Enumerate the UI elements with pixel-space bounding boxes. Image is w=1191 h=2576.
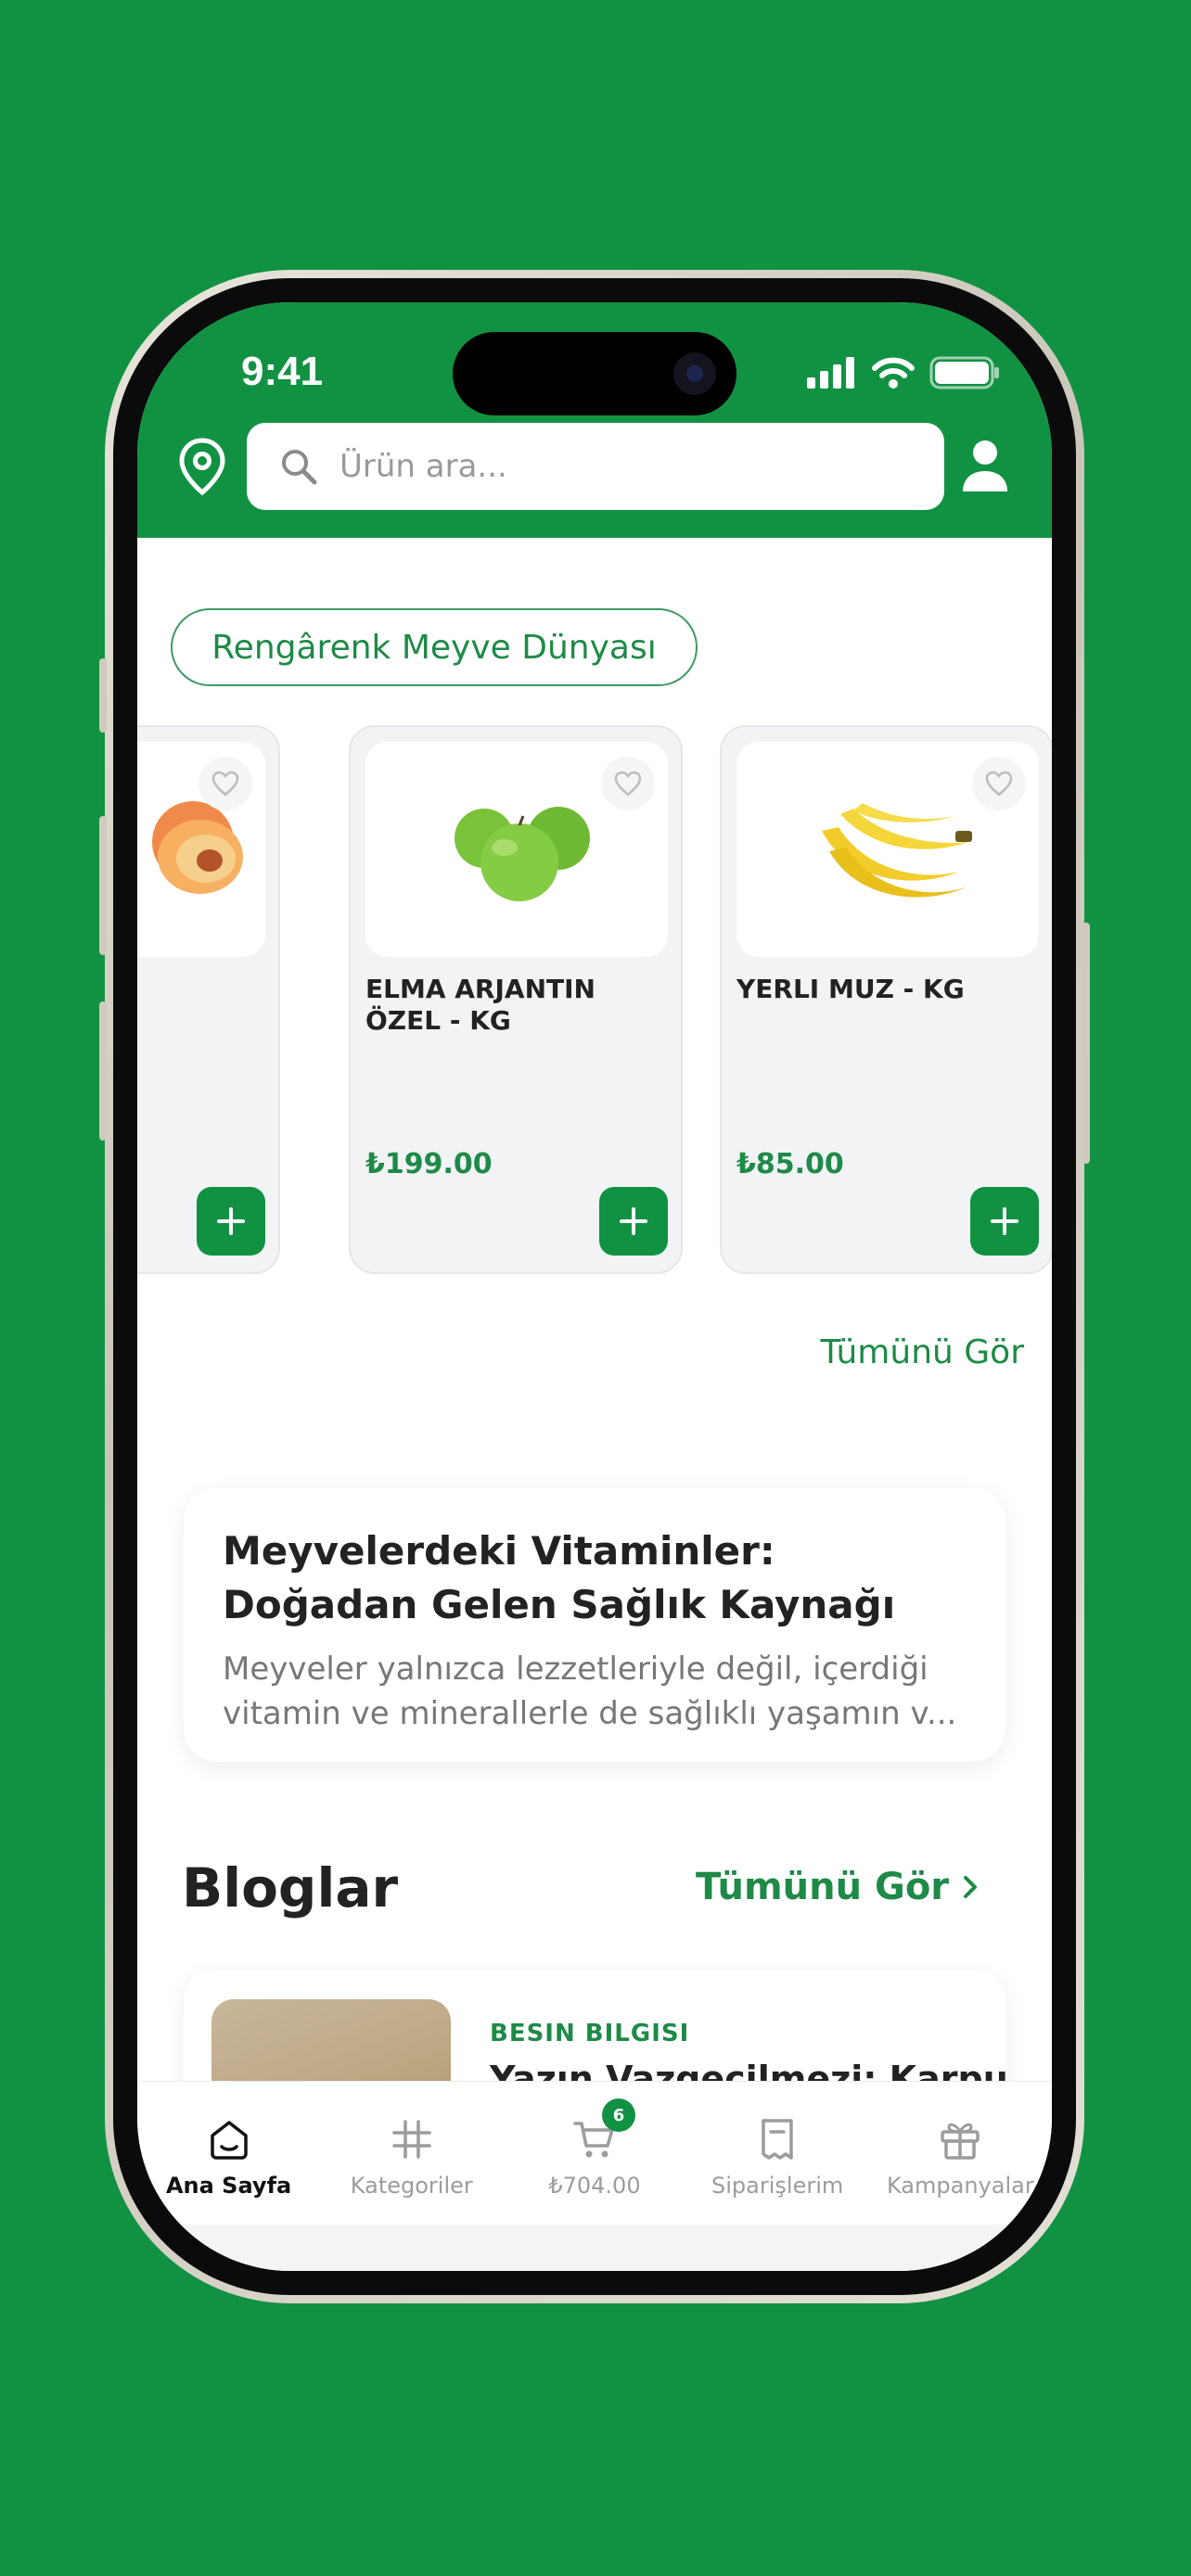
search-icon bbox=[282, 450, 317, 485]
chevron-right-icon bbox=[964, 1876, 978, 1898]
heart-icon bbox=[211, 771, 239, 797]
product-price: ₺85.00 bbox=[736, 1148, 844, 1180]
tab-label: Kampanyalar bbox=[886, 2173, 1034, 2199]
blog-category: BESIN BILGISI bbox=[490, 2020, 690, 2047]
dynamic-island bbox=[453, 332, 736, 415]
favorite-button[interactable] bbox=[198, 757, 252, 810]
products-see-all-link[interactable]: Tümünü Gör bbox=[820, 1333, 1024, 1371]
app-screen: 9:41 Ürün ara... Rengârenk Meyve Dünyası… bbox=[137, 302, 1052, 2271]
tab-label: ₺704.00 bbox=[548, 2173, 641, 2199]
favorite-button[interactable] bbox=[972, 757, 1026, 810]
tab-campaigns[interactable]: Kampanyalar bbox=[869, 2082, 1052, 2225]
plus-icon bbox=[991, 1207, 1018, 1235]
app-header: 9:41 bbox=[137, 302, 1052, 538]
location-button[interactable] bbox=[174, 434, 230, 499]
action-button bbox=[99, 658, 107, 733]
tab-home[interactable]: Ana Sayfa bbox=[137, 2082, 320, 2225]
blogs-heading: Bloglar bbox=[182, 1856, 399, 1919]
product-card[interactable]: ELMA ARJANTIN ÖZEL - KG ₺199.00 bbox=[349, 725, 683, 1274]
product-price: ₺199.00 bbox=[365, 1148, 493, 1180]
article-card[interactable]: Meyvelerdeki Vitaminler: Doğadan Gelen S… bbox=[184, 1487, 1005, 1762]
cart-badge: 6 bbox=[601, 2098, 635, 2132]
article-description: Meyveler yalnızca lezzetleriyle değil, i… bbox=[223, 1651, 957, 1732]
product-image bbox=[736, 742, 1039, 957]
tab-icon bbox=[936, 2115, 984, 2163]
tab-icon bbox=[753, 2115, 801, 2163]
tab-icon: 6 bbox=[570, 2098, 635, 2163]
status-time: 9:41 bbox=[241, 349, 324, 394]
product-card[interactable]: YERLI MUZ - KG ₺85.00 bbox=[720, 725, 1052, 1274]
status-icons bbox=[807, 356, 1000, 389]
user-icon bbox=[963, 440, 1007, 491]
home-icon bbox=[210, 2121, 248, 2160]
location-pin-icon bbox=[179, 438, 225, 496]
favorite-button[interactable] bbox=[601, 757, 655, 810]
tab-icon bbox=[388, 2115, 436, 2163]
receipt-icon bbox=[762, 2119, 793, 2160]
plus-icon bbox=[620, 1207, 647, 1235]
tab-label: Kategoriler bbox=[350, 2173, 473, 2199]
product-card[interactable] bbox=[137, 725, 280, 1274]
blogs-see-all-link[interactable]: Tümünü Gör bbox=[696, 1866, 979, 1908]
article-title: Meyvelerdeki Vitaminler: Doğadan Gelen S… bbox=[223, 1528, 896, 1627]
battery-icon bbox=[929, 356, 999, 389]
signal-icon bbox=[807, 357, 854, 389]
tab-icon bbox=[205, 2115, 253, 2163]
wifi-icon bbox=[872, 357, 915, 389]
product-image bbox=[137, 742, 265, 957]
hash-icon bbox=[392, 2120, 431, 2159]
profile-button[interactable] bbox=[952, 434, 1018, 501]
volume-down-button bbox=[99, 1001, 107, 1141]
home-indicator-area bbox=[137, 2225, 1052, 2271]
camera-icon bbox=[673, 352, 716, 395]
heart-icon bbox=[985, 771, 1013, 797]
tab-categories[interactable]: Kategoriler bbox=[320, 2082, 503, 2225]
product-name: ELMA ARJANTIN ÖZEL - KG bbox=[365, 974, 596, 1036]
tab-orders[interactable]: Siparişlerim bbox=[686, 2082, 869, 2225]
power-button bbox=[1082, 923, 1090, 1164]
search-bar[interactable] bbox=[247, 423, 944, 510]
add-to-cart-button[interactable] bbox=[970, 1187, 1039, 1256]
add-to-cart-button[interactable] bbox=[599, 1187, 668, 1256]
product-image bbox=[365, 742, 668, 957]
blogs-see-all-label: Tümünü Gör bbox=[696, 1866, 950, 1908]
heart-icon bbox=[614, 771, 642, 797]
bottom-tab-bar: Ana Sayfa Kategoriler 6 ₺704.00 Siparişl… bbox=[137, 2081, 1052, 2225]
product-name: YERLI MUZ - KG bbox=[736, 974, 965, 1004]
tab-label: Siparişlerim bbox=[711, 2173, 844, 2199]
add-to-cart-button[interactable] bbox=[197, 1187, 265, 1256]
category-chip[interactable]: Rengârenk Meyve Dünyası bbox=[171, 608, 698, 686]
volume-up-button bbox=[99, 816, 107, 955]
search-input[interactable] bbox=[339, 448, 896, 485]
tab-label: Ana Sayfa bbox=[165, 2173, 292, 2199]
gift-icon bbox=[941, 2123, 980, 2160]
tab-cart[interactable]: 6 ₺704.00 bbox=[503, 2082, 685, 2225]
plus-icon bbox=[217, 1207, 245, 1235]
